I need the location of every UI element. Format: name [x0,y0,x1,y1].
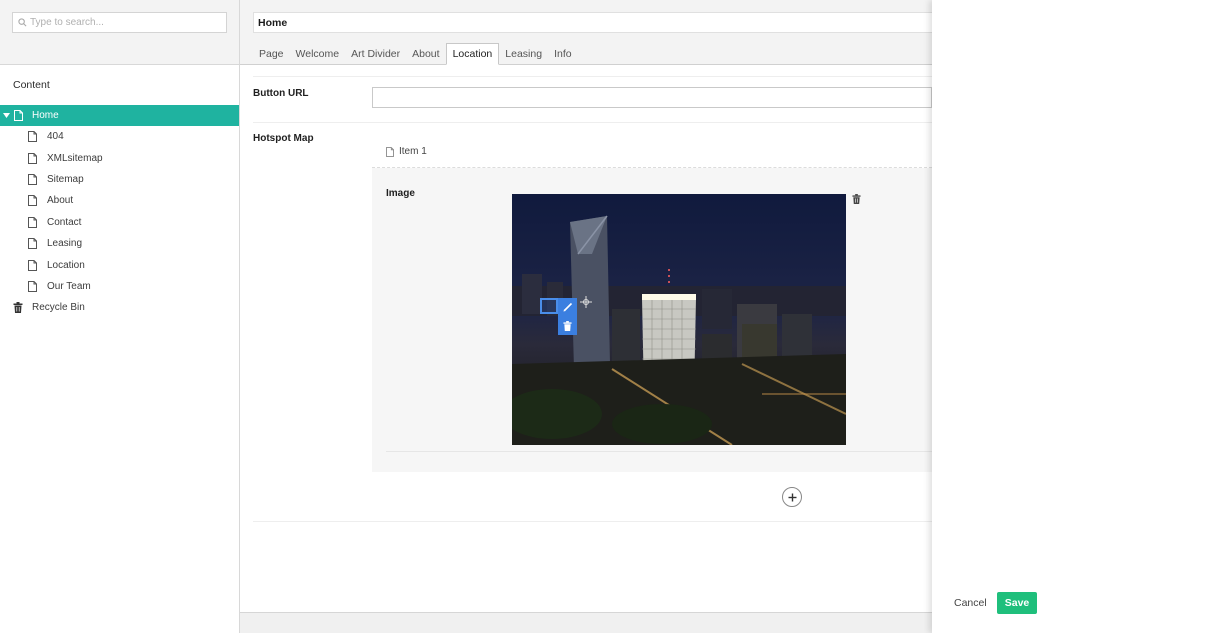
editor-footer [240,612,932,633]
editor-content: Button URL Hotspot Map Item 1 Image [240,66,932,612]
move-icon[interactable] [580,296,592,308]
tab-bar: Page Welcome Art Divider About Location … [253,43,578,65]
overlay-panel: Cancel Save [932,0,1222,633]
caret-down-icon[interactable] [3,112,11,120]
trash-icon[interactable] [563,320,572,331]
tab-about[interactable]: About [406,43,445,64]
tree-item-label: Leasing [47,238,83,250]
search-area [0,0,239,65]
tree-item-label: Recycle Bin [32,302,85,314]
save-button[interactable]: Save [997,592,1037,614]
tree-item-label: Home [32,110,59,121]
tab-art-divider[interactable]: Art Divider [345,43,406,64]
section-title: Content [13,79,50,91]
divider [253,521,932,522]
hotspot-item-label: Item 1 [399,146,427,157]
tree-item-label: XMLsitemap [47,152,103,164]
tree-item-leasing[interactable]: Leasing [0,233,239,254]
tree-item-label: Location [47,259,85,271]
button-url-label: Button URL [253,88,309,99]
document-icon [28,238,37,250]
content-editor: Home Page Welcome Art Divider About Loca… [240,0,932,633]
trash-icon[interactable] [852,194,861,204]
tree-item-label: About [47,195,74,207]
document-icon [28,131,37,143]
document-icon [28,259,37,271]
tab-info[interactable]: Info [548,43,578,64]
tab-leasing[interactable]: Leasing [499,43,548,64]
divider [253,76,932,77]
add-item-button[interactable] [782,487,802,507]
cancel-button[interactable]: Cancel [954,592,987,614]
hotspot-marker[interactable] [540,298,558,314]
tree-item-label: Sitemap [47,173,84,185]
tree-item-404[interactable]: 404 [0,126,239,147]
document-icon [28,216,37,228]
tree-item-about[interactable]: About [0,190,239,211]
divider [386,451,932,452]
editor-header: Home Page Welcome Art Divider About Loca… [240,0,932,65]
divider [253,122,932,123]
document-icon [14,110,23,121]
search-input[interactable] [30,17,210,28]
document-icon [28,280,37,292]
document-icon [28,173,37,185]
tree-item-home[interactable]: Home [0,105,239,126]
pencil-icon[interactable] [563,302,573,312]
document-icon [28,152,37,164]
tree-item-contact[interactable]: Contact [0,212,239,233]
hotspot-item[interactable]: Item 1 [372,136,932,168]
image-panel: Image [372,168,932,472]
hotspot-toolbar [558,298,577,335]
document-icon [28,195,37,207]
tree-item-label: 404 [47,131,64,143]
document-icon [386,146,394,157]
node-name-field[interactable]: Home [253,12,932,33]
tab-welcome[interactable]: Welcome [290,43,346,64]
hotspot-map-label: Hotspot Map [253,133,314,144]
tab-location[interactable]: Location [445,43,500,65]
tree-item-xmlsitemap[interactable]: XMLsitemap [0,147,239,168]
tree-item-sitemap[interactable]: Sitemap [0,169,239,190]
tab-page[interactable]: Page [253,43,290,64]
search-icon [18,18,27,27]
button-url-input[interactable] [372,87,932,108]
tree-item-our-team[interactable]: Our Team [0,276,239,297]
tree-item-location[interactable]: Location [0,254,239,275]
trash-icon [13,302,23,314]
content-tree-sidebar: Content Home 404 XMLsitemap Sitemap Abou… [0,0,240,633]
image-label: Image [386,188,415,199]
tree-item-label: Our Team [47,280,91,292]
plus-icon [788,493,796,501]
tree-item-label: Contact [47,216,82,228]
tree-item-recycle-bin[interactable]: Recycle Bin [0,297,239,318]
search-box[interactable] [12,12,227,33]
hotspot-image[interactable] [512,194,846,445]
